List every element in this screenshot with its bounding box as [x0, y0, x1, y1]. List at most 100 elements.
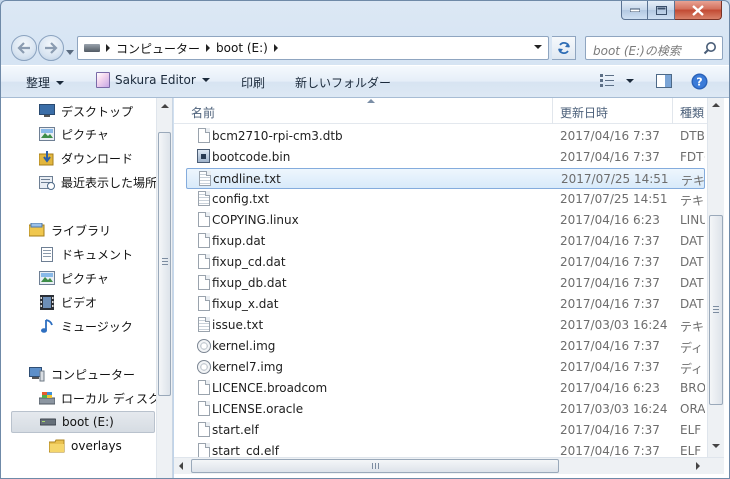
column-header-type[interactable]: 種類: [680, 104, 704, 121]
back-button[interactable]: [11, 35, 37, 61]
nav-item-recent-places[interactable]: 最近表示した場所: [39, 171, 157, 193]
file-row[interactable]: fixup_x.dat 2017/04/16 7:37 DAT: [186, 294, 705, 315]
preview-pane-button[interactable]: [656, 73, 672, 89]
scroll-right-icon[interactable]: [696, 462, 700, 470]
nav-item-downloads[interactable]: ダウンロード: [39, 147, 133, 169]
column-header-date[interactable]: 更新日時: [560, 104, 608, 121]
file-row[interactable]: LICENSE.oracle 2017/03/03 16:24 ORA: [186, 399, 705, 420]
minimize-button[interactable]: [621, 1, 648, 20]
organize-menu-button[interactable]: 整理: [26, 74, 65, 91]
file-row[interactable]: LICENCE.broadcom 2017/04/16 6:23 BRO: [186, 378, 705, 399]
column-divider[interactable]: [552, 98, 553, 124]
column-divider[interactable]: [672, 98, 673, 124]
breadcrumb-separator-icon[interactable]: [206, 44, 211, 52]
file-row[interactable]: fixup.dat 2017/04/16 7:37 DAT: [186, 231, 705, 252]
file-name: bootcode.bin: [212, 150, 291, 164]
new-folder-label: 新しいフォルダー: [295, 76, 392, 90]
scrollbar-thumb[interactable]: [191, 459, 559, 473]
file-date: 2017/04/16 7:37: [560, 339, 660, 353]
scroll-down-icon[interactable]: [712, 444, 720, 448]
file-row[interactable]: bootcode.bin 2017/04/16 7:37 FDT+: [186, 147, 705, 168]
nav-item-label: ピクチャ: [61, 271, 109, 286]
recent-pages-dropdown[interactable]: [66, 44, 74, 58]
computer-icon: [29, 366, 45, 382]
new-folder-button[interactable]: 新しいフォルダー: [295, 74, 391, 91]
refresh-button[interactable]: [552, 36, 576, 60]
file-name: kernel.img: [212, 339, 276, 353]
nav-item-music[interactable]: ミュージック: [39, 315, 133, 337]
scroll-up-icon[interactable]: [712, 103, 720, 107]
file-row[interactable]: issue.txt 2017/03/03 16:24 テキ: [186, 315, 705, 336]
file-type: DTB: [680, 129, 705, 143]
file-row[interactable]: bcm2710-rpi-cm3.dtb 2017/04/16 7:37 DTB: [186, 126, 705, 147]
file-date: 2017/04/16 7:37: [560, 423, 660, 437]
file-row[interactable]: kernel.img 2017/04/16 7:37 ディ: [186, 336, 705, 357]
help-button[interactable]: ?: [691, 73, 708, 90]
file-date: 2017/04/16 7:37: [560, 150, 660, 164]
nav-item-label: ダウンロード: [61, 151, 134, 166]
search-box[interactable]: boot (E:)の検索: [585, 36, 723, 60]
column-header-name[interactable]: 名前: [191, 104, 215, 121]
navigation-pane-scrollbar[interactable]: [156, 98, 172, 478]
forward-button[interactable]: [38, 35, 64, 61]
print-button[interactable]: 印刷: [241, 74, 265, 91]
file-list-vertical-scrollbar[interactable]: [707, 98, 724, 460]
scroll-up-icon[interactable]: [161, 104, 169, 108]
nav-item-overlays[interactable]: overlays: [49, 435, 122, 457]
breadcrumb-separator-icon[interactable]: [106, 44, 110, 52]
scrollbar-thumb[interactable]: [158, 132, 171, 396]
nav-item-documents[interactable]: ドキュメント: [39, 243, 133, 265]
file-type: ディ: [680, 341, 704, 355]
file-date: 2017/04/16 7:37: [560, 276, 660, 290]
nav-item-label: ミュージック: [61, 319, 133, 334]
open-with-button[interactable]: Sakura Editor: [96, 72, 210, 88]
file-type: テキ: [681, 174, 706, 188]
help-icon: ?: [691, 73, 708, 90]
file-date: 2017/04/16 6:23: [560, 213, 660, 227]
minimize-icon: [629, 8, 640, 12]
maximize-button[interactable]: [648, 1, 675, 20]
file-icon: [196, 233, 212, 249]
drive-icon: [84, 44, 100, 52]
caption-buttons: [621, 1, 722, 20]
file-date: 2017/04/16 7:37: [560, 297, 660, 311]
chevron-down-icon: [201, 78, 210, 82]
nav-item-local-disk[interactable]: ローカル ディスク: [39, 387, 160, 409]
file-list-horizontal-scrollbar[interactable]: [174, 457, 724, 474]
breadcrumb-computer[interactable]: コンピューター: [116, 40, 200, 57]
nav-item-videos[interactable]: ビデオ: [39, 291, 97, 313]
file-name: start_cd.elf: [212, 444, 279, 458]
scrollbar-thumb[interactable]: [709, 215, 723, 405]
search-icon[interactable]: [703, 41, 717, 58]
nav-item-pictures[interactable]: ピクチャ: [39, 123, 109, 145]
file-row[interactable]: cmdline.txt 2017/07/25 14:51 テキ: [186, 168, 705, 189]
breadcrumb-separator-icon[interactable]: [273, 44, 278, 52]
disc-image-icon: [196, 338, 212, 354]
address-bar[interactable]: コンピューター boot (E:): [77, 36, 549, 60]
navigation-bar: コンピューター boot (E:) boot (E:)の検索: [1, 31, 729, 63]
file-row[interactable]: config.txt 2017/07/25 14:51 テキ: [186, 189, 705, 210]
address-dropdown-icon[interactable]: [534, 45, 542, 49]
file-name: issue.txt: [212, 318, 264, 332]
library-icon: [29, 222, 45, 238]
nav-item-desktop[interactable]: デスクトップ: [39, 100, 133, 122]
view-options-button[interactable]: [600, 74, 634, 87]
nav-item-library-pictures[interactable]: ピクチャ: [39, 267, 109, 289]
file-row[interactable]: start.elf 2017/04/16 7:37 ELF: [186, 420, 705, 441]
file-icon: [196, 128, 212, 144]
preview-pane-icon: [656, 74, 672, 88]
breadcrumb-boot-drive[interactable]: boot (E:): [216, 41, 268, 55]
file-row[interactable]: COPYING.linux 2017/04/16 6:23 LINU: [186, 210, 705, 231]
nav-item-computer[interactable]: コンピューター: [29, 363, 135, 385]
file-row[interactable]: kernel7.img 2017/04/16 7:37 ディ: [186, 357, 705, 378]
file-row[interactable]: fixup_cd.dat 2017/04/16 7:37 DAT: [186, 252, 705, 273]
nav-item-libraries[interactable]: ライブラリ: [29, 219, 111, 241]
refresh-icon: [557, 42, 570, 54]
close-button[interactable]: [675, 1, 722, 20]
file-icon: [196, 275, 212, 291]
file-row[interactable]: fixup_db.dat 2017/04/16 7:37 DAT: [186, 273, 705, 294]
nav-item-boot-drive[interactable]: boot (E:): [11, 411, 155, 433]
file-name: config.txt: [212, 192, 270, 206]
file-date: 2017/03/03 16:24: [560, 402, 668, 416]
scroll-left-icon[interactable]: [179, 462, 183, 470]
